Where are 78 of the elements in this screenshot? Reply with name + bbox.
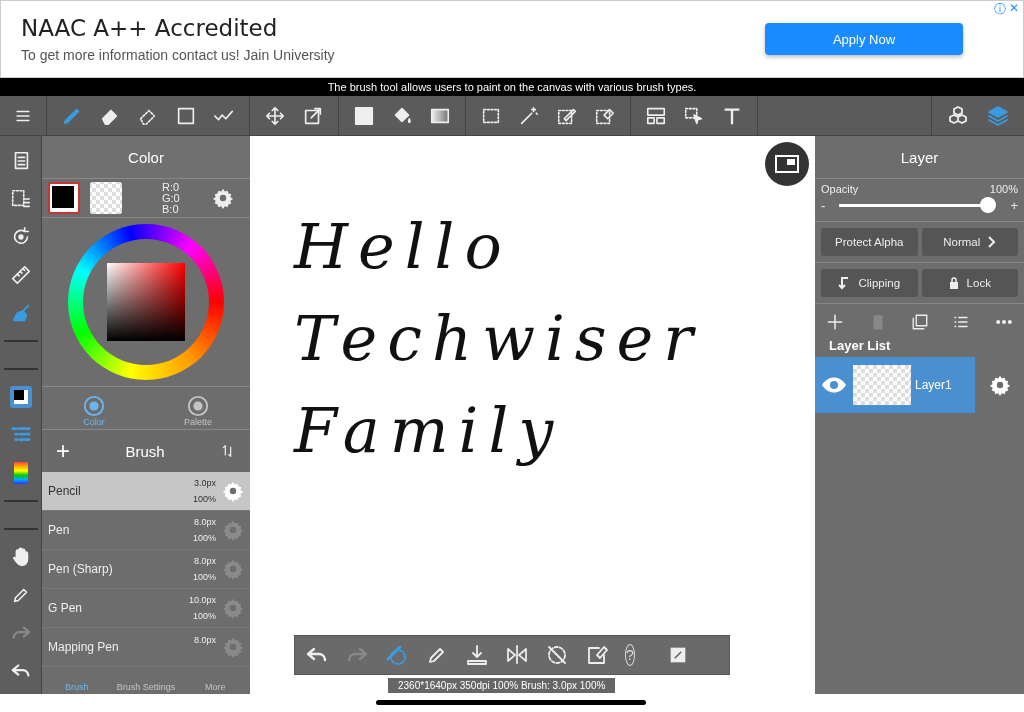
hint-bar: The brush tool allows users to paint on the canvas with various brush types. [0,78,1024,96]
opacity-label: Opacity [821,183,859,195]
color-square[interactable] [107,263,185,341]
brush-size: 10.0px [187,595,216,605]
minus-sign[interactable]: - [821,197,826,213]
brush-opacity: 100% [191,572,216,582]
brush-opacity: 100% [191,611,216,621]
color-swatch[interactable] [90,182,122,214]
brush-name: Pencil [48,484,82,498]
add-icon[interactable] [825,312,845,332]
brush-row[interactable]: Mapping Pen 8.0px [42,628,250,667]
rgb-value: G:0 [162,192,181,204]
clipping-button[interactable]: Clipping [821,269,918,297]
settings-icon[interactable] [222,480,244,502]
ad-choice-mark[interactable]: ✕ [1009,1,1019,18]
panel-tab[interactable]: Brush Settings [111,682,181,692]
layer-name: Layer1 [915,378,952,392]
ad-choice-mark[interactable]: ⓘ [994,1,1006,18]
brush-row[interactable]: Pen 8.0px 100% [42,511,250,550]
fill-square-icon[interactable] [353,104,375,127]
lock-button[interactable]: Lock [921,269,1018,297]
status-bar: 2360*1640px 350dpi 100% Brush: 3.0px 100% [388,678,616,693]
protect-alpha-button[interactable]: Protect Alpha [821,228,918,256]
eraser-box-icon[interactable] [585,643,609,667]
chevron-icon [988,236,997,248]
download-icon[interactable] [465,643,489,667]
brush-opacity: 100% [191,494,216,504]
color-swatch-icon[interactable] [9,386,32,408]
brush-opacity: 100% [191,533,216,543]
brush-size: 3.0px [192,478,216,488]
add-brush-button[interactable]: + [56,437,70,465]
rotate-off-icon[interactable] [545,643,569,667]
blend-mode-button[interactable]: Normal [921,228,1018,256]
panel-title: Brush [125,442,165,460]
handwriting: Techwiser [294,308,704,370]
layer-list-title: Layer List [828,337,892,355]
ruler-icon[interactable] [9,264,32,286]
clip-arrow-icon [838,276,851,290]
layer-row[interactable]: Layer1 [815,357,975,413]
flip-icon[interactable] [505,643,529,667]
window-icon [775,155,799,173]
view-toggle-button[interactable] [765,142,809,186]
plus-sign[interactable]: + [1010,197,1018,213]
ad-title: NAAC A++ Accredited [21,15,279,41]
lock-icon [948,277,959,289]
settings-icon[interactable] [989,374,1011,396]
duplicate-icon[interactable] [910,313,929,331]
layer-thumbnail [853,365,911,405]
brush-row[interactable]: G Pen 10.0px 100% [42,589,250,628]
brush-name: Pen [48,523,71,537]
brush-size: 8.0px [192,517,216,527]
handwriting: Hello [294,216,513,278]
settings-icon[interactable] [212,187,234,209]
move-icon[interactable] [264,104,286,127]
apply-now-button[interactable]: Apply Now [765,23,963,55]
slider-thumb[interactable] [980,197,997,213]
brush-row[interactable]: Pen (Sharp) 8.0px 100% [42,550,250,589]
brush-name: Pen (Sharp) [48,562,114,576]
brush-row[interactable]: Pencil 3.0px 100% [42,472,250,511]
selection-list-icon[interactable] [9,188,32,210]
panel-tab[interactable]: Brush [42,682,112,692]
panel-tab[interactable]: Palette [146,387,250,429]
brush-name: G Pen [48,601,84,615]
rgb-value: R:0 [162,181,181,193]
panel-tab[interactable]: More [180,682,250,692]
brush-size: 8.0px [192,634,216,645]
eye-icon[interactable] [821,376,847,394]
panel-title: Layer [815,136,1024,179]
color-circle-icon [83,395,105,417]
brush-size: 8.0px [192,556,216,566]
magic-wand-icon[interactable] [518,104,540,127]
color-bars-icon[interactable] [13,462,28,484]
color-swatch[interactable] [48,182,80,214]
opacity-value: 100% [989,183,1018,195]
ad-text: To get more information contact us! Jain University [21,47,336,63]
panel-tab[interactable]: Color [42,387,146,429]
brush-name: Mapping Pen [48,640,120,654]
rgb-value: B:0 [162,203,180,215]
